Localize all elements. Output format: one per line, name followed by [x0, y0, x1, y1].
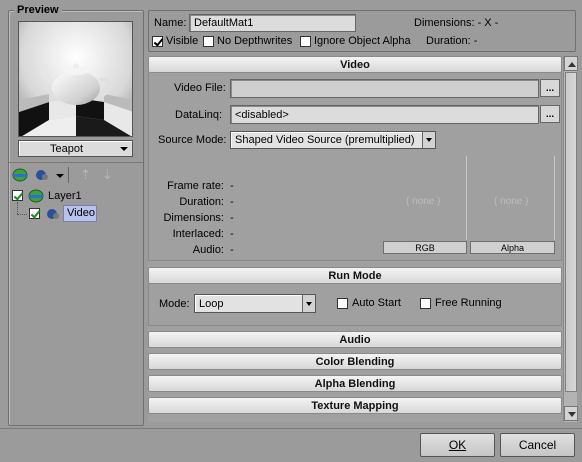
video-info-value: -	[230, 212, 234, 224]
duration-label: Duration: -	[426, 35, 478, 47]
video-info-value: -	[230, 244, 234, 256]
ignore-alpha-label: Ignore Object Alpha	[314, 35, 411, 47]
scroll-down-button[interactable]	[564, 406, 578, 421]
color-blending-section-title: Color Blending	[315, 355, 395, 368]
add-video-icon[interactable]	[34, 168, 50, 182]
texture-mapping-section-title: Texture Mapping	[311, 399, 399, 412]
preview-title: Preview	[14, 4, 62, 16]
scroll-up-button[interactable]	[564, 56, 578, 71]
video-info-label: Audio:	[192, 244, 224, 256]
tree-item-video-label: Video	[67, 207, 95, 219]
run-mode-section-title: Run Mode	[328, 269, 382, 282]
tree-connector	[17, 214, 27, 215]
name-label: Name:	[154, 17, 187, 29]
scrollbar-thumb[interactable]	[565, 72, 577, 392]
source-mode-dropdown-button[interactable]	[422, 132, 435, 148]
video-info-value: -	[230, 196, 234, 208]
cancel-button-label: Cancel	[518, 438, 557, 452]
ok-button-label: OK	[448, 438, 467, 452]
auto-start-label: Auto Start	[352, 297, 401, 309]
alpha-tab-label: Alpha	[500, 242, 525, 253]
free-running-label: Free Running	[435, 297, 502, 309]
preview-divider	[9, 162, 143, 163]
video-visible-checkbox[interactable]	[29, 208, 40, 219]
video-info-label: Frame rate:	[167, 180, 224, 192]
video-section-title: Video	[340, 58, 370, 71]
video-file-label: Video File:	[174, 82, 226, 94]
rgb-tab-label: RGB	[415, 242, 435, 253]
properties-scrollbar[interactable]	[563, 56, 578, 422]
video-info-value: -	[230, 180, 234, 192]
alpha-none-label: ( none )	[494, 196, 529, 207]
chevron-down-icon[interactable]	[56, 174, 64, 178]
ignore-alpha-checkbox[interactable]	[300, 36, 311, 47]
audio-section-header[interactable]: Audio	[148, 331, 562, 348]
datalinq-browse-button[interactable]: ...	[540, 105, 560, 123]
tree-connector	[17, 202, 18, 214]
no-depthwrites-label: No Depthwrites	[217, 35, 293, 47]
move-up-icon[interactable]: ⇡	[80, 168, 94, 182]
video-section-header[interactable]: Video	[148, 56, 562, 73]
alpha-blending-section-title: Alpha Blending	[314, 377, 396, 390]
mode-select[interactable]: Loop	[194, 294, 316, 313]
video-file-browse-label: ...	[545, 82, 555, 94]
alpha-tab[interactable]: Alpha	[470, 241, 555, 254]
name-field[interactable]: DefaultMat1	[189, 14, 356, 32]
chevron-up-icon	[568, 62, 576, 67]
source-mode-select[interactable]: Shaped Video Source (premultiplied)	[230, 131, 436, 149]
rgb-none-label: ( none )	[406, 196, 441, 207]
move-down-icon[interactable]: ⇣	[102, 168, 116, 182]
free-running-checkbox[interactable]	[420, 298, 431, 309]
tree-item-video[interactable]: Video	[63, 205, 97, 222]
dimensions-label: Dimensions: - X -	[414, 17, 499, 29]
video-node-icon	[45, 207, 61, 221]
layer-icon	[28, 189, 44, 203]
visible-label: Visible	[166, 35, 199, 47]
rgb-tab[interactable]: RGB	[383, 241, 467, 254]
alpha-blending-section-header[interactable]: Alpha Blending	[148, 375, 562, 392]
toolbar-separator	[68, 167, 69, 183]
datalinq-field[interactable]: <disabled>	[230, 105, 539, 124]
video-file-browse-button[interactable]: ...	[540, 79, 560, 97]
texture-mapping-section-header[interactable]: Texture Mapping	[148, 397, 562, 414]
video-info-label: Interlaced:	[172, 228, 224, 240]
datalinq-browse-label: ...	[545, 108, 555, 120]
no-depthwrites-checkbox[interactable]	[203, 36, 214, 47]
preview-object-select[interactable]: Teapot	[18, 140, 133, 157]
source-mode-value: Shaped Video Source (premultiplied)	[235, 134, 415, 146]
teapot-preview-image	[18, 21, 133, 137]
run-mode-section-header[interactable]: Run Mode	[148, 267, 562, 284]
tree-item-layer-label[interactable]: Layer1	[48, 190, 82, 202]
video-info-label: Duration:	[179, 196, 224, 208]
mode-value: Loop	[199, 298, 224, 310]
visible-checkbox[interactable]	[152, 36, 163, 47]
source-mode-label: Source Mode:	[158, 134, 227, 146]
video-file-field[interactable]	[230, 79, 539, 98]
preview-object-value: Teapot	[49, 142, 84, 155]
add-layer-icon[interactable]	[12, 168, 28, 182]
mode-dropdown-button[interactable]	[302, 295, 315, 312]
video-info-label: Dimensions:	[163, 212, 224, 224]
color-blending-section-header[interactable]: Color Blending	[148, 353, 562, 370]
mode-label: Mode:	[159, 298, 190, 310]
chevron-down-icon	[306, 302, 312, 306]
cancel-button[interactable]: Cancel	[500, 433, 575, 457]
datalinq-value: <disabled>	[235, 108, 289, 121]
layer-visible-checkbox[interactable]	[12, 190, 23, 201]
footer-divider	[0, 428, 582, 429]
datalinq-label: DataLinq:	[175, 109, 223, 121]
video-info-value: -	[230, 228, 234, 240]
audio-section-title: Audio	[339, 333, 371, 346]
chevron-down-icon	[120, 146, 128, 151]
ok-button[interactable]: OK	[420, 433, 495, 457]
auto-start-checkbox[interactable]	[337, 298, 348, 309]
chevron-down-icon	[568, 412, 576, 417]
name-field-value: DefaultMat1	[194, 17, 254, 29]
chevron-down-icon	[426, 138, 432, 142]
